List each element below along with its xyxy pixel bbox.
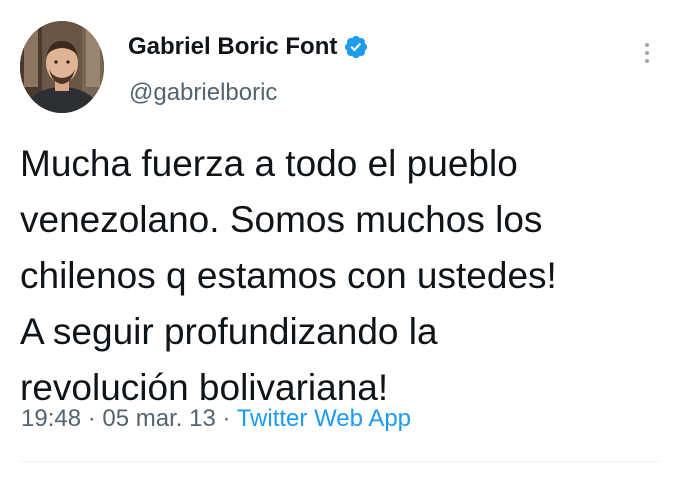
verified-badge-icon xyxy=(345,35,368,59)
author-name-row[interactable]: Gabriel Boric Font xyxy=(128,33,369,61)
tweet-text-line: A seguir profundizando la xyxy=(20,311,438,352)
tweet-date[interactable]: 05 mar. 13 xyxy=(102,405,215,432)
more-options-dot xyxy=(645,51,649,55)
tweet-time[interactable]: 19:48 xyxy=(21,405,81,432)
meta-separator: · xyxy=(87,405,103,432)
more-options-dot xyxy=(645,59,649,63)
author-name[interactable]: Gabriel Boric Font xyxy=(128,33,337,61)
author-handle[interactable]: @gabrielboric xyxy=(129,79,277,107)
tweet-text-line: venezolano. Somos muchos los xyxy=(20,199,543,240)
tweet-text: Mucha fuerza a todo el pueblo venezolano… xyxy=(20,136,660,416)
tweet-text-line: Mucha fuerza a todo el pueblo xyxy=(20,143,518,184)
meta-separator: · xyxy=(222,405,237,432)
tweet-meta: 19:48 · 05 mar. 13 · Twitter Web App xyxy=(21,405,411,433)
profile-photo-icon xyxy=(20,21,104,113)
divider xyxy=(20,461,660,462)
tweet-card: Gabriel Boric Font @gabrielboric Mucha f… xyxy=(0,0,680,481)
tweet-source-link[interactable]: Twitter Web App xyxy=(237,405,411,432)
avatar[interactable] xyxy=(20,21,104,113)
more-options-icon xyxy=(645,43,649,47)
tweet-text-line: chilenos q estamos con ustedes! xyxy=(20,255,557,296)
more-options-button[interactable] xyxy=(634,36,660,70)
